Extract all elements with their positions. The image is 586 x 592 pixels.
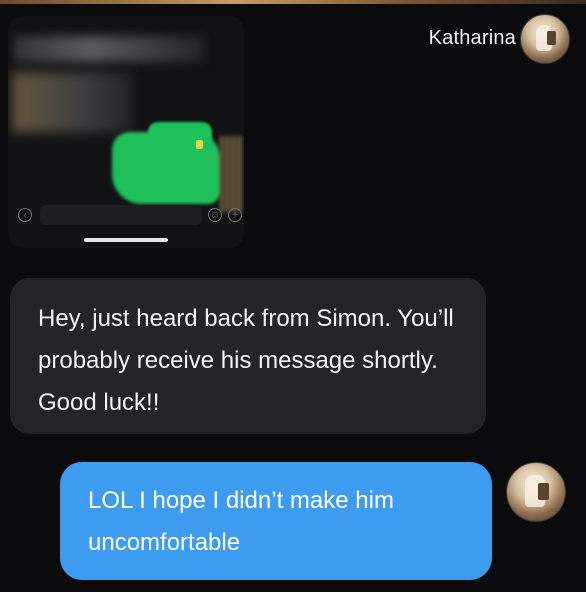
redacted-area (220, 136, 244, 212)
plus-circle-icon: + (228, 208, 242, 222)
avatar-phone (547, 31, 556, 45)
incoming-message-bubble[interactable]: Hey, just heard back from Simon. You’ll … (10, 278, 486, 434)
screenshot-composer: ‹ ☺ + (16, 204, 242, 228)
shared-screenshot[interactable]: ‹ ☺ + (8, 16, 244, 248)
contact-avatar[interactable] (520, 14, 570, 64)
outgoing-message-text: LOL I hope I didn’t make him uncomfortab… (88, 487, 394, 556)
screenshot-message-field (40, 205, 202, 225)
back-circle-icon: ‹ (18, 208, 32, 222)
top-image-edge (0, 0, 586, 4)
redacted-area (14, 36, 204, 62)
outgoing-message-bubble[interactable]: LOL I hope I didn’t make him uncomfortab… (60, 462, 492, 580)
home-indicator (84, 238, 168, 242)
yellow-mark (196, 140, 203, 149)
avatar-phone (538, 483, 549, 500)
redacted-area (12, 72, 132, 132)
contact-name[interactable]: Katharina (429, 27, 516, 50)
emoji-icon: ☺ (208, 208, 222, 222)
incoming-message-text: Hey, just heard back from Simon. You’ll … (38, 305, 454, 416)
user-avatar[interactable] (506, 462, 566, 522)
